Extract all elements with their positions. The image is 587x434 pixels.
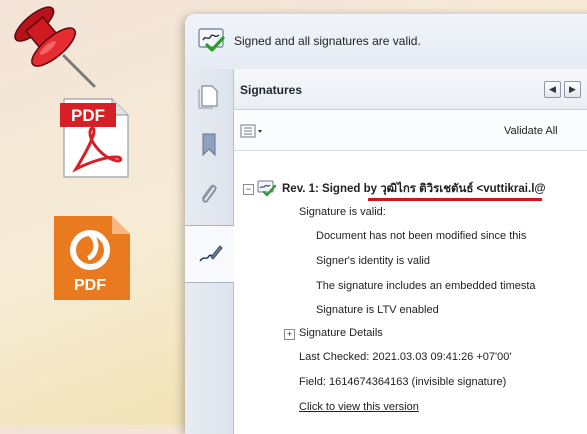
revision-title[interactable]: Rev. 1: Signed by วุฒิไกร ติวิรเชตันธ์ <… bbox=[282, 180, 546, 198]
view-version-link[interactable]: Click to view this version bbox=[299, 401, 419, 413]
signature-tree: − Rev. 1: Signed by วุฒิไกร ติวิรเชตันธ์… bbox=[234, 151, 587, 434]
detail-item: The signature includes an embedded times… bbox=[316, 280, 536, 292]
collapse-left-button[interactable]: ◀ bbox=[544, 81, 561, 98]
signatures-tab[interactable] bbox=[185, 225, 235, 283]
collapse-revision-toggle[interactable]: − bbox=[243, 184, 254, 195]
detail-item: Signature is LTV enabled bbox=[316, 304, 439, 316]
pdf-label: PDF bbox=[74, 277, 106, 294]
signature-pen-icon bbox=[199, 245, 223, 262]
foxit-pdf-icon: PDF bbox=[54, 216, 130, 300]
adobe-pdf-icon: PDF bbox=[60, 98, 129, 178]
panel-title: Signatures bbox=[240, 83, 303, 97]
push-pin-icon bbox=[14, 6, 96, 88]
signatures-toolbar: Validate All bbox=[234, 110, 587, 151]
detail-item: Document has not been modified since thi… bbox=[316, 230, 527, 242]
page-thumbnails-icon[interactable] bbox=[195, 83, 221, 109]
expand-right-button[interactable]: ▶ bbox=[564, 81, 581, 98]
pdf-viewer-window: Signed and all signatures are valid. Sig… bbox=[185, 14, 587, 434]
pdf-label: PDF bbox=[71, 106, 105, 125]
detail-item: Signer's identity is valid bbox=[316, 255, 430, 267]
last-checked: Last Checked: 2021.03.03 09:41:26 +07'00… bbox=[299, 351, 512, 363]
validate-all-button[interactable]: Validate All bbox=[504, 125, 558, 137]
attachments-icon[interactable] bbox=[195, 181, 221, 207]
signature-valid-icon bbox=[198, 28, 225, 52]
signature-details-label[interactable]: Signature Details bbox=[299, 327, 383, 339]
expand-signature-details-toggle[interactable]: + bbox=[284, 329, 295, 340]
signatures-panel-header: Signatures ◀ ▶ bbox=[234, 69, 587, 110]
signer-name-highlight bbox=[368, 198, 542, 201]
bookmarks-icon[interactable] bbox=[195, 131, 221, 157]
signature-field: Field: 1614674364163 (invisible signatur… bbox=[299, 376, 507, 388]
signature-valid-icon bbox=[257, 180, 277, 197]
signatures-panel: Signatures ◀ ▶ Validate All − Rev. 1: Si… bbox=[234, 69, 587, 434]
signature-status: Signature is valid: bbox=[299, 206, 386, 218]
signature-status-bar: Signed and all signatures are valid. bbox=[185, 14, 587, 70]
signature-status-text: Signed and all signatures are valid. bbox=[234, 34, 421, 48]
options-menu-icon[interactable] bbox=[240, 124, 266, 138]
navigation-rail bbox=[185, 69, 235, 434]
